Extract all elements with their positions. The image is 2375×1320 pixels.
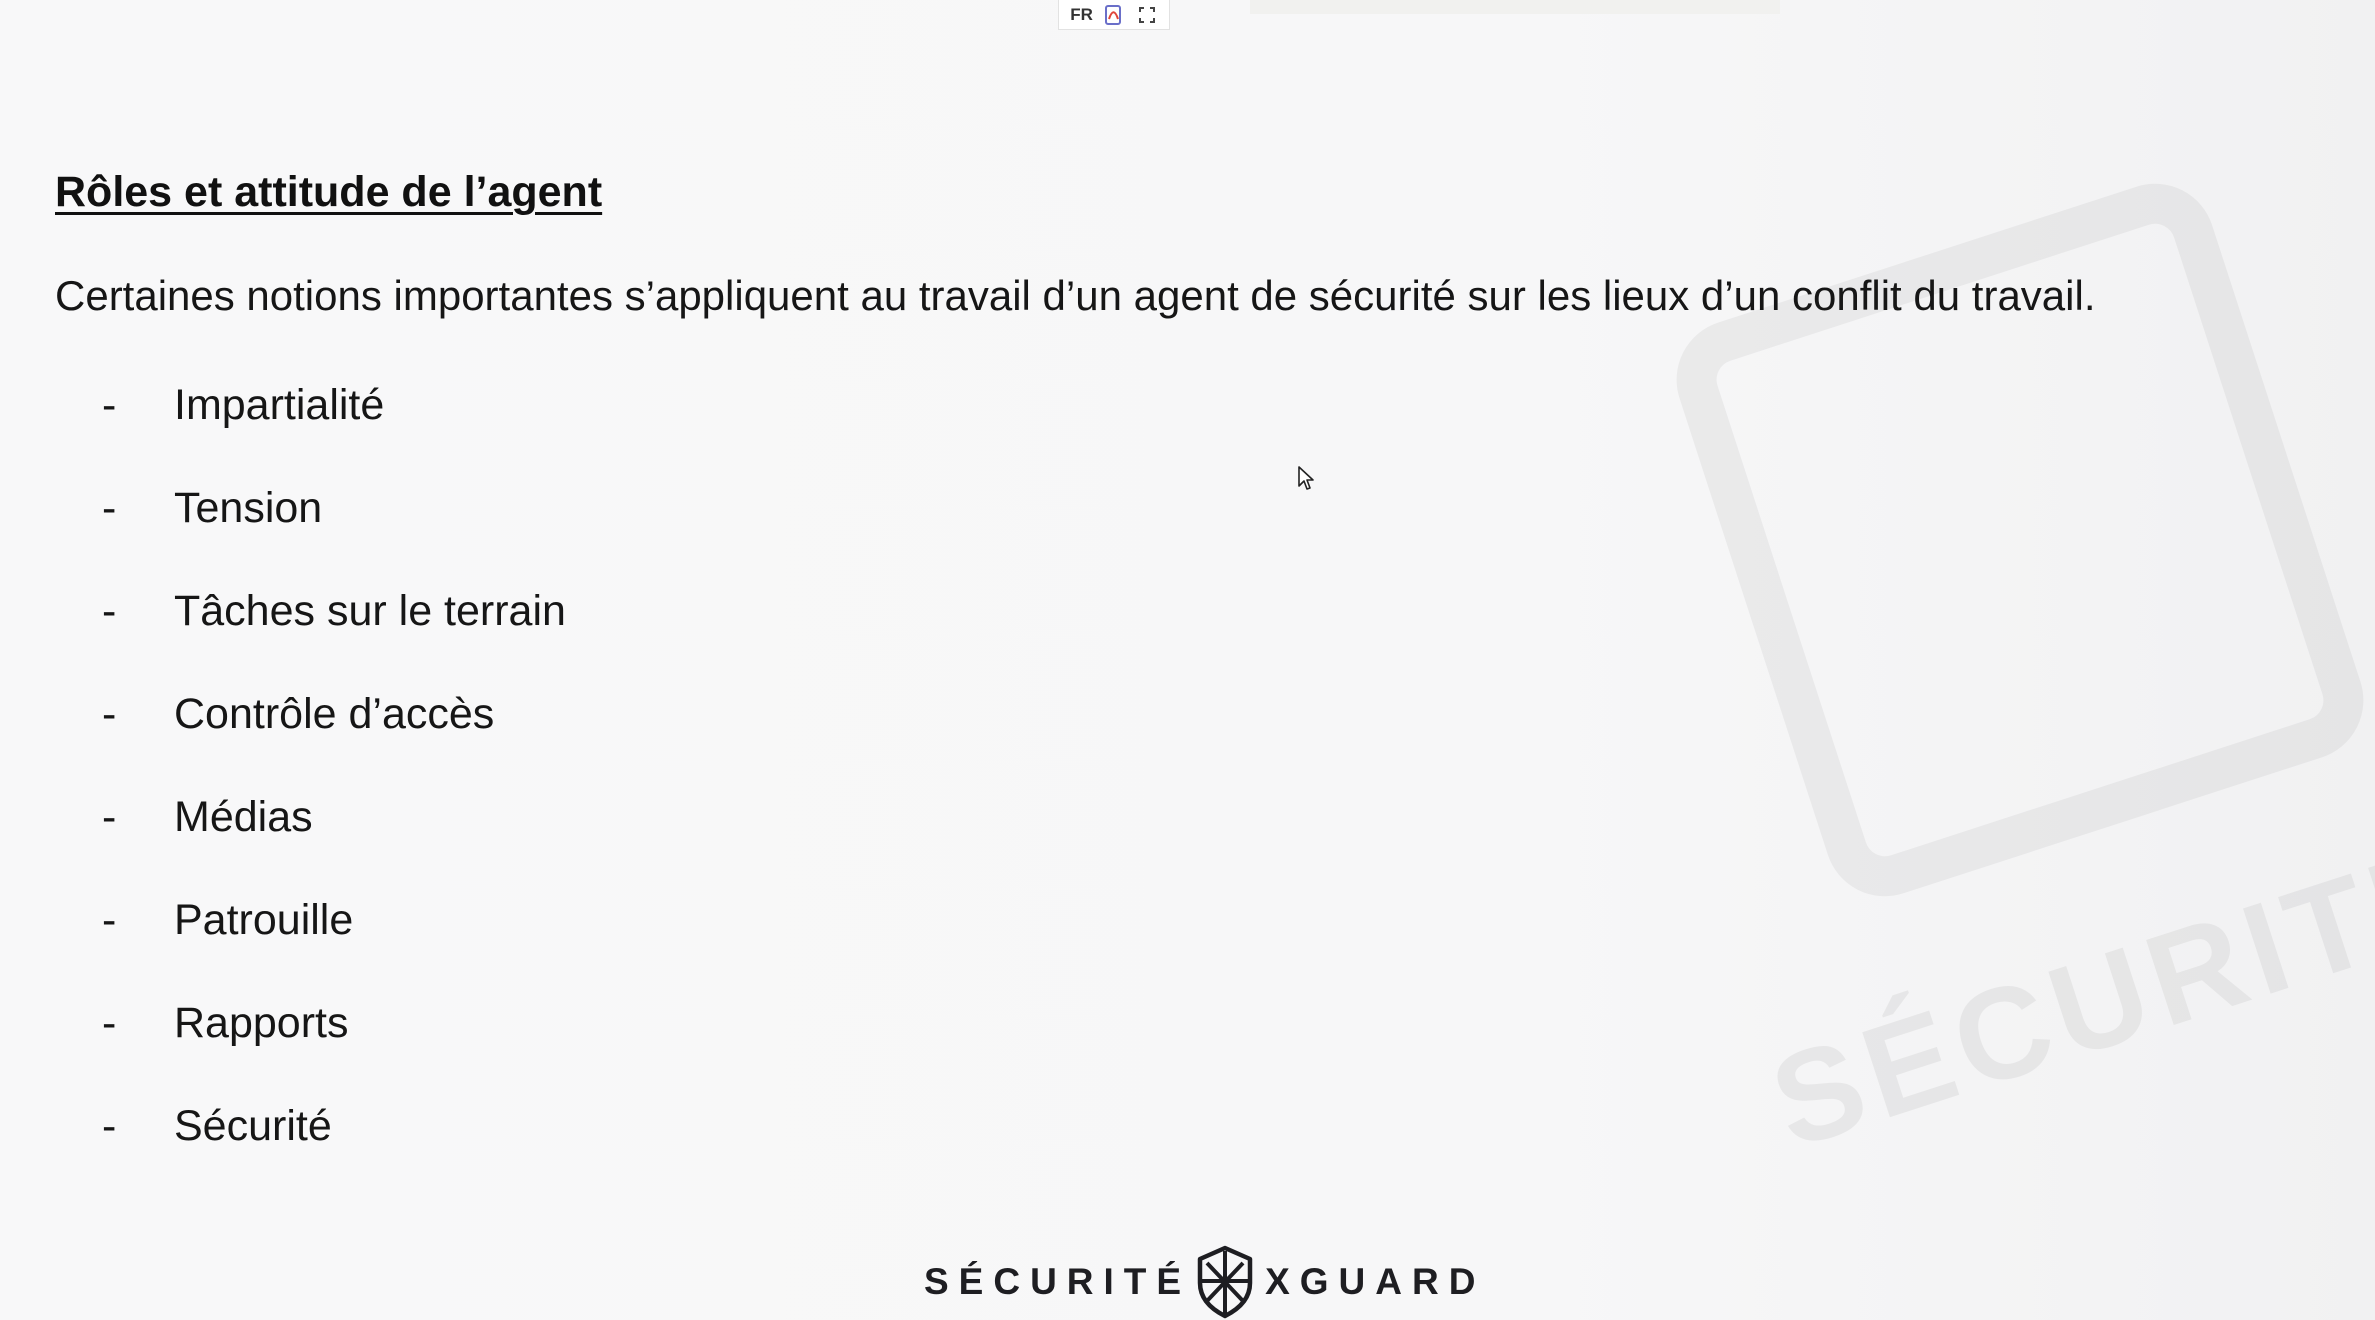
language-toggle[interactable]: FR [1070,5,1093,25]
bullet-dash: - [102,793,117,841]
list-item-label: Tension [174,484,323,532]
mouse-cursor-icon [1298,466,1314,490]
slide-toolbar: FR [1058,0,1170,30]
logo-text-left: SÉCURITÉ [924,1261,1192,1302]
bullet-dash: - [102,999,117,1047]
bullet-dash: - [102,896,117,944]
bullet-dash: - [102,1102,117,1150]
watermark-text: SÉCURITÉ [1755,814,2375,1176]
shield-logo-icon [1197,1245,1253,1319]
logo-text-right: XGUARD [1265,1261,1486,1302]
bullet-dash: - [102,484,117,532]
list-item-label: Médias [174,793,313,841]
list-item-label: Contrôle d’accès [174,690,495,738]
slide-title: Rôles et attitude de l’agent [55,168,603,216]
watermark-background: SÉCURITÉ [1660,60,2375,1320]
list-item-label: Impartialité [174,381,385,429]
list-item-label: Patrouille [174,896,354,944]
list-item-label: Tâches sur le terrain [174,587,566,635]
pdf-icon[interactable] [1103,4,1125,26]
list-item-label: Rapports [174,999,349,1047]
top-strip [1250,0,1780,14]
presentation-slide: SÉCURITÉ FR Rôles et attitude de l’agent… [0,0,2375,1320]
fullscreen-icon[interactable] [1136,4,1158,26]
intro-paragraph: Certaines notions importantes s’applique… [55,272,2096,319]
bullet-dash: - [102,690,117,738]
bullet-dash: - [102,587,117,635]
list-item-label: Sécurité [174,1102,332,1150]
bullet-dash: - [102,381,117,429]
securite-xguard-logo: SÉCURITÉ XGUARD [924,1242,1485,1320]
